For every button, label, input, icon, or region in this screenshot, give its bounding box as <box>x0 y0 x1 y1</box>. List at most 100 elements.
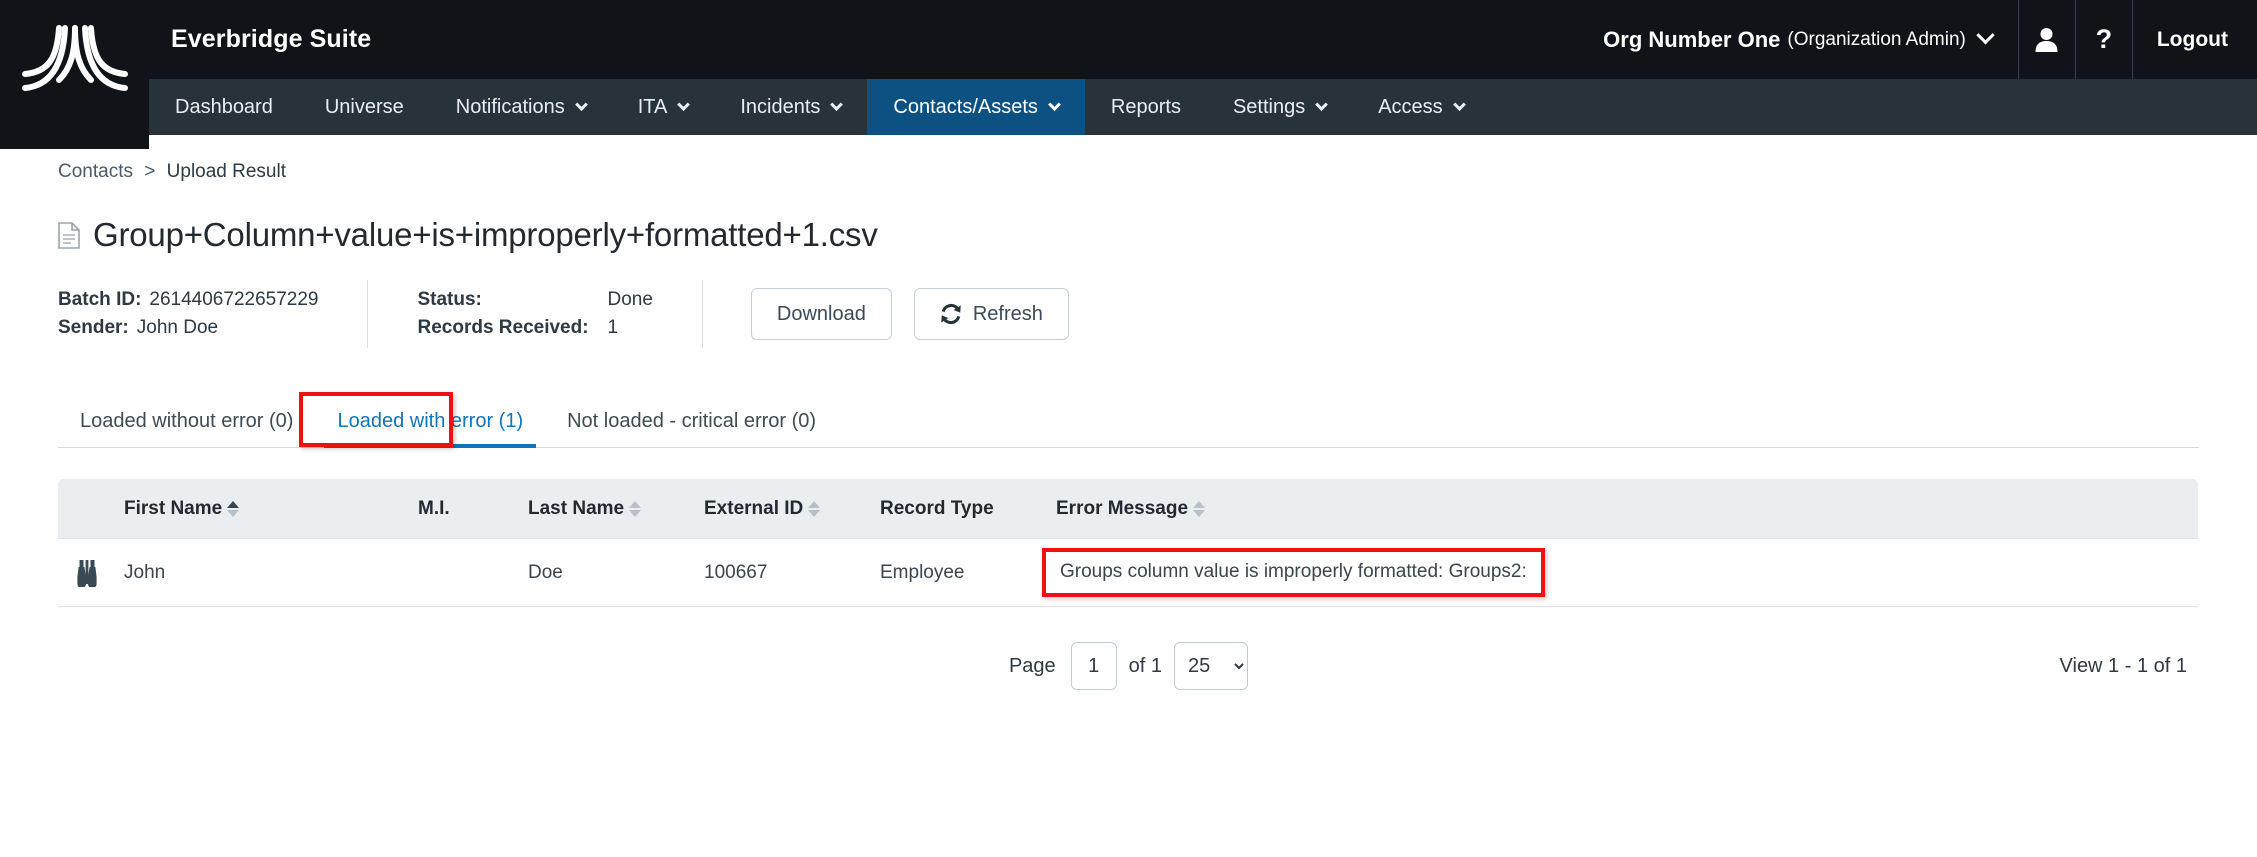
chevron-down-icon <box>1976 26 1995 45</box>
nav-item-incidents[interactable]: Incidents <box>714 79 867 135</box>
logout-button[interactable]: Logout <box>2131 0 2257 79</box>
org-selector[interactable]: Org Number One (Organization Admin) <box>1573 0 2018 79</box>
nav-item-settings[interactable]: Settings <box>1207 79 1352 135</box>
meta-block-batch: Batch ID: 2614406722657229 Sender: John … <box>58 280 367 348</box>
chevron-down-icon <box>1315 97 1329 111</box>
nav-label: Contacts/Assets <box>893 95 1038 118</box>
nav-label: Incidents <box>740 95 821 118</box>
sort-icon[interactable] <box>808 500 821 517</box>
tab-label: Not loaded - critical error (0) <box>567 410 817 432</box>
logout-label: Logout <box>2156 27 2228 51</box>
records-value: 1 <box>607 317 619 338</box>
cell-record-type: Employee <box>880 561 965 583</box>
chevron-down-icon <box>677 97 691 111</box>
chevron-down-icon <box>830 97 844 111</box>
chevron-down-icon <box>1452 97 1466 111</box>
breadcrumb-current: Upload Result <box>166 161 286 182</box>
upload-meta-row: Batch ID: 2614406722657229 Sender: John … <box>58 280 2199 348</box>
action-button-group: Download Refresh <box>703 280 1069 348</box>
table-row: John Doe 100667 Employee Groups column v… <box>58 539 2198 607</box>
nav-label: Reports <box>1110 95 1181 118</box>
refresh-button[interactable]: Refresh <box>913 288 1069 340</box>
sender-value: John Doe <box>136 317 219 338</box>
pagination-controls: Page of 1 10 25 50 100 <box>1008 642 1249 690</box>
nav-item-reports[interactable]: Reports <box>1085 79 1207 135</box>
meta-records-received: Records Received: 1 <box>417 314 652 342</box>
document-icon <box>58 221 80 249</box>
nav-item-ita[interactable]: ITA <box>612 79 715 135</box>
org-name: Org Number One <box>1603 26 1781 52</box>
records-label: Records Received: <box>417 317 589 338</box>
nav-label: Access <box>1378 95 1443 118</box>
download-button[interactable]: Download <box>750 288 892 340</box>
meta-batch-id: Batch ID: 2614406722657229 <box>58 286 318 314</box>
column-label: Error Message <box>1056 497 1189 519</box>
nav-item-access[interactable]: Access <box>1352 79 1489 135</box>
app-title: Everbridge Suite <box>171 25 372 53</box>
page-content: Contacts > Upload Result Group+Column+va… <box>0 161 2257 696</box>
nav-label: ITA <box>637 95 668 118</box>
page-label: Page <box>1008 654 1056 677</box>
column-header-first-name[interactable]: First Name <box>124 498 418 520</box>
tab-not-loaded-critical-error[interactable]: Not loaded - critical error (0) <box>545 410 838 447</box>
result-tabs-wrapper: Loaded without error (0) Loaded with err… <box>58 392 2199 448</box>
download-label: Download <box>776 302 866 325</box>
help-icon: ? <box>2095 24 2113 54</box>
top-header-bar: Everbridge Suite Org Number One (Organiz… <box>0 0 2257 149</box>
column-header-record-type: Record Type <box>880 498 1056 520</box>
tab-loaded-with-error[interactable]: Loaded with error (1) <box>315 410 545 448</box>
table-pagination: Page of 1 10 25 50 100 View 1 - 1 of 1 <box>58 636 2199 696</box>
page-total-label: of 1 <box>1128 654 1163 677</box>
column-label: External ID <box>704 497 804 519</box>
chevron-down-icon <box>1048 97 1061 111</box>
table-header-row: First Name M.I. Last Name External ID Re… <box>58 479 2198 539</box>
org-role: (Organization Admin) <box>1787 28 1966 50</box>
view-count-label: View 1 - 1 of 1 <box>2059 654 2187 677</box>
main-navigation: Dashboard Universe Notifications ITA Inc… <box>0 79 2257 135</box>
column-label: Record Type <box>880 497 994 519</box>
page-size-select[interactable]: 10 25 50 100 <box>1174 642 1249 690</box>
meta-sender: Sender: John Doe <box>58 314 318 342</box>
sort-icon[interactable] <box>1193 500 1206 517</box>
sort-icon-ascending[interactable] <box>227 500 240 517</box>
column-header-external-id[interactable]: External ID <box>704 498 880 520</box>
nav-label: Settings <box>1232 95 1306 118</box>
meta-block-status: Status: Done Records Received: 1 <box>367 280 701 348</box>
chevron-down-icon <box>574 97 588 111</box>
tab-label: Loaded with error (1) <box>337 410 524 432</box>
nav-item-notifications[interactable]: Notifications <box>430 79 612 135</box>
column-header-last-name[interactable]: Last Name <box>528 498 704 520</box>
nav-item-universe[interactable]: Universe <box>299 79 430 135</box>
batch-id-label: Batch ID: <box>58 289 142 310</box>
page-number-input[interactable] <box>1070 642 1117 690</box>
error-message-highlight: Groups column value is improperly format… <box>1042 548 1545 597</box>
column-label: Last Name <box>528 497 625 519</box>
breadcrumb: Contacts > Upload Result <box>58 161 2199 183</box>
breadcrumb-separator: > <box>144 161 156 182</box>
file-title-row: Group+Column+value+is+improperly+formatt… <box>58 216 2199 254</box>
nav-item-dashboard[interactable]: Dashboard <box>149 79 299 135</box>
sender-label: Sender: <box>58 317 129 338</box>
column-header-error-message[interactable]: Error Message <box>1056 498 2198 520</box>
everbridge-logo[interactable] <box>0 0 149 149</box>
refresh-label: Refresh <box>972 302 1043 325</box>
status-label: Status: <box>417 289 482 310</box>
upload-results-table: First Name M.I. Last Name External ID Re… <box>58 479 2198 607</box>
nav-item-contacts-assets[interactable]: Contacts/Assets <box>867 79 1085 135</box>
cell-external-id: 100667 <box>704 561 768 583</box>
tab-loaded-without-error[interactable]: Loaded without error (0) <box>58 410 315 447</box>
result-tabs: Loaded without error (0) Loaded with err… <box>58 410 2199 448</box>
help-button[interactable]: ? <box>2074 0 2132 79</box>
meta-status: Status: Done <box>417 286 652 314</box>
row-preview-button[interactable] <box>58 559 124 587</box>
cell-last-name: Doe <box>528 561 563 583</box>
column-label: M.I. <box>418 497 450 519</box>
sort-icon[interactable] <box>629 500 642 517</box>
page-title: Group+Column+value+is+improperly+formatt… <box>93 216 878 253</box>
refresh-icon <box>940 303 962 325</box>
breadcrumb-link-contacts[interactable]: Contacts <box>58 161 133 182</box>
binoculars-icon <box>77 559 97 587</box>
nav-label: Universe <box>324 95 404 118</box>
nav-label: Dashboard <box>175 95 273 118</box>
user-account-button[interactable] <box>2017 0 2075 79</box>
